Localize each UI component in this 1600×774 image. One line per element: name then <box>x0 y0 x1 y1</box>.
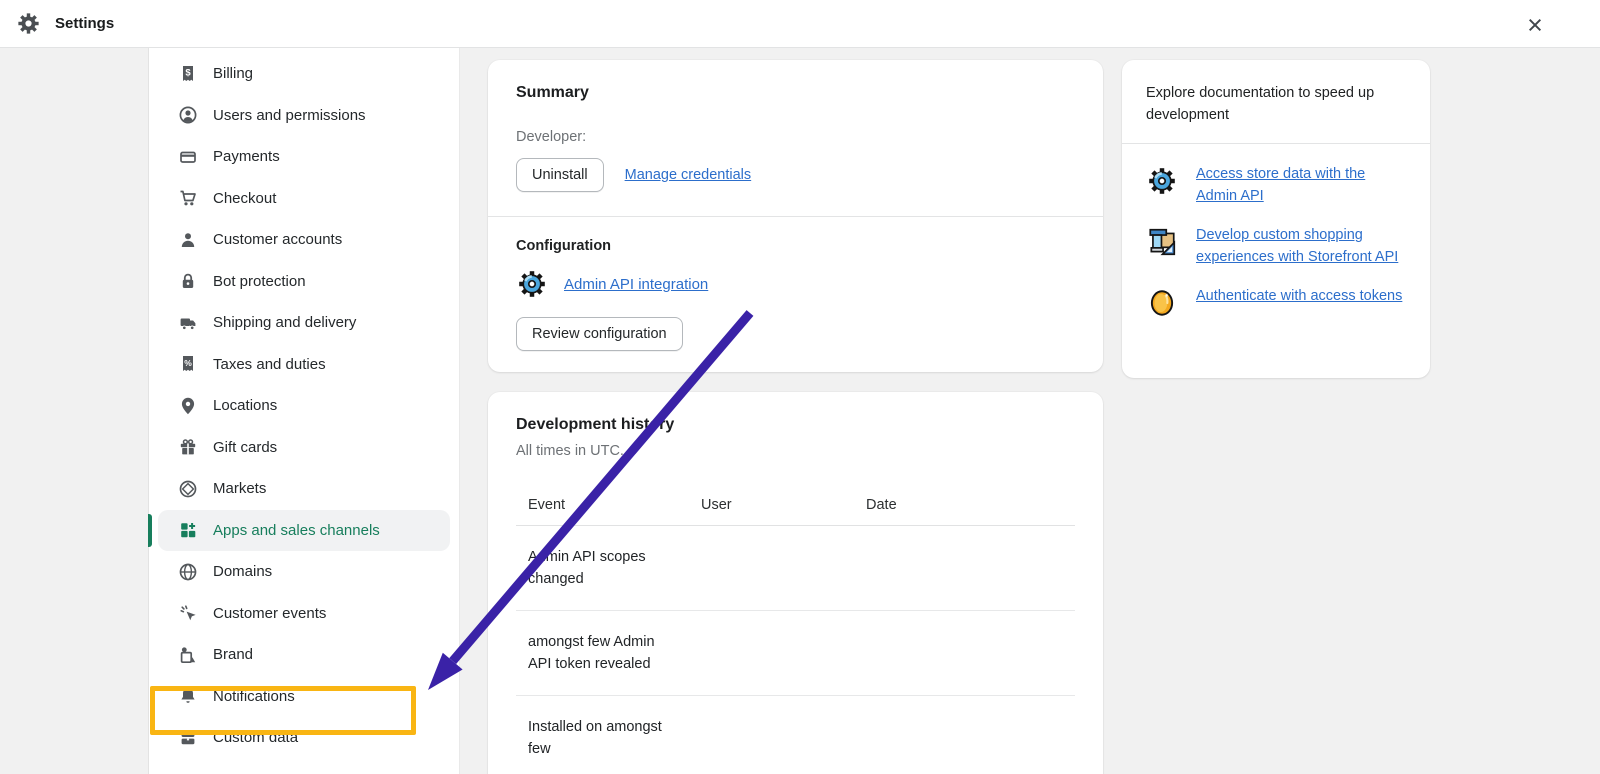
date-cell <box>854 611 1075 695</box>
sidebar-item-custom-data[interactable]: Custom data <box>158 717 450 759</box>
event-cell: amongst few Admin API token revealed <box>516 611 689 695</box>
sidebar-item-label: Customer events <box>213 605 326 622</box>
development-history-card: Development history All times in UTC. Ev… <box>488 392 1103 774</box>
sidebar-item-gift-cards[interactable]: Gift cards <box>158 427 450 469</box>
apps-icon <box>178 520 198 540</box>
sidebar-item-label: Notifications <box>213 688 295 705</box>
admin-api-integration-link[interactable]: Admin API integration <box>564 276 708 293</box>
sidebar-item-label: Payments <box>213 148 280 165</box>
table-row: Admin API scopes changed <box>516 526 1075 611</box>
sidebar-item-payments[interactable]: Payments <box>158 136 450 178</box>
close-icon[interactable]: × <box>1518 8 1552 42</box>
sidebar-item-label: Locations <box>213 397 277 414</box>
sidebar-item-label: Bot protection <box>213 273 306 290</box>
sidebar-item-label: Custom data <box>213 729 298 746</box>
sidebar-item-label: Gift cards <box>213 439 277 456</box>
user-cell <box>689 696 854 774</box>
summary-title: Summary <box>516 84 1075 102</box>
access-tokens-link[interactable]: Authenticate with access tokens <box>1196 285 1402 307</box>
page-title: Settings <box>55 15 114 32</box>
event-cell: Admin API scopes changed <box>516 526 689 610</box>
table-row: amongst few Admin API token revealed <box>516 611 1075 696</box>
gift-icon <box>178 437 198 457</box>
sidebar-item-domains[interactable]: Domains <box>158 551 450 593</box>
billing-receipt-icon: $ <box>178 64 198 84</box>
sidebar-item-apps-and-sales-channels[interactable]: Apps and sales channels <box>158 510 450 552</box>
bell-icon <box>178 686 198 706</box>
sidebar-item-label: Domains <box>213 563 272 580</box>
settings-title-bar: Settings × <box>0 0 1600 48</box>
sidebar-item-label: Users and permissions <box>213 107 366 124</box>
pixel-token-icon <box>1146 287 1178 319</box>
domains-globe-icon <box>178 562 198 582</box>
sidebar-item-customer-accounts[interactable]: Customer accounts <box>158 219 450 261</box>
settings-gear-icon <box>16 12 40 36</box>
sidebar-item-brand[interactable]: Brand <box>158 634 450 676</box>
sidebar-item-shipping-and-delivery[interactable]: Shipping and delivery <box>158 302 450 344</box>
sidebar-item-checkout[interactable]: Checkout <box>158 178 450 220</box>
date-cell <box>854 526 1075 610</box>
history-title: Development history <box>516 416 1075 434</box>
explore-documentation-card: Explore documentation to speed up develo… <box>1122 60 1430 378</box>
date-cell <box>854 696 1075 774</box>
sidebar-item-customer-events[interactable]: Customer events <box>158 593 450 635</box>
pixel-storefront-icon <box>1146 226 1178 258</box>
location-pin-icon <box>178 396 198 416</box>
history-table: Event User Date Admin API scopes changed… <box>516 489 1075 774</box>
sidebar-item-label: Checkout <box>213 190 276 207</box>
sidebar-item-label: Customer accounts <box>213 231 342 248</box>
sidebar-item-notifications[interactable]: Notifications <box>158 676 450 718</box>
custom-data-icon <box>178 728 198 748</box>
storefront-api-link[interactable]: Develop custom shopping experiences with… <box>1196 224 1406 268</box>
sidebar-item-label: Taxes and duties <box>213 356 326 373</box>
access-store-data-link[interactable]: Access store data with the Admin API <box>1196 163 1406 207</box>
sidebar-item-locations[interactable]: Locations <box>158 385 450 427</box>
user-cell <box>689 526 854 610</box>
column-header-event: Event <box>516 489 689 525</box>
pixel-gear-icon <box>1146 165 1178 197</box>
brand-icon <box>178 645 198 665</box>
payments-card-icon <box>178 147 198 167</box>
sidebar-item-label: Shipping and delivery <box>213 314 356 331</box>
sidebar-item-label: Markets <box>213 480 266 497</box>
sidebar-item-taxes-and-duties[interactable]: % Taxes and duties <box>158 344 450 386</box>
table-header-row: Event User Date <box>516 489 1075 526</box>
developer-label: Developer: <box>516 129 1075 145</box>
sidebar-item-bot-protection[interactable]: Bot protection <box>158 261 450 303</box>
lock-icon <box>178 271 198 291</box>
review-configuration-button[interactable]: Review configuration <box>516 317 683 351</box>
table-row: Installed on amongst few <box>516 696 1075 774</box>
truck-icon <box>178 313 198 333</box>
docs-card-title: Explore documentation to speed up develo… <box>1122 60 1430 143</box>
summary-card: Summary Developer: Uninstall Manage cred… <box>488 60 1103 372</box>
event-cell: Installed on amongst few <box>516 696 689 774</box>
sidebar-item-label: Apps and sales channels <box>213 522 380 539</box>
users-icon <box>178 105 198 125</box>
customer-accounts-icon <box>178 230 198 250</box>
sidebar-item-label: Brand <box>213 646 253 663</box>
history-subtitle: All times in UTC. <box>516 443 1075 459</box>
sidebar-item-markets[interactable]: Markets <box>158 468 450 510</box>
settings-canvas: $ Billing Users and permissions Payments <box>0 48 1600 774</box>
doc-link-row: Develop custom shopping experiences with… <box>1146 224 1406 268</box>
uninstall-button[interactable]: Uninstall <box>516 158 604 192</box>
sidebar-item-users-and-permissions[interactable]: Users and permissions <box>158 95 450 137</box>
markets-globe-icon <box>178 479 198 499</box>
user-cell <box>689 611 854 695</box>
tax-receipt-icon: % <box>178 354 198 374</box>
cursor-click-icon <box>178 603 198 623</box>
column-header-date: Date <box>854 489 1075 525</box>
sidebar-item-label: Billing <box>213 65 253 82</box>
settings-sidebar: $ Billing Users and permissions Payments <box>148 48 460 774</box>
svg-text:$: $ <box>185 67 191 78</box>
doc-link-row: Authenticate with access tokens <box>1146 285 1406 319</box>
column-header-user: User <box>689 489 854 525</box>
configuration-title: Configuration <box>516 238 1075 254</box>
manage-credentials-link[interactable]: Manage credentials <box>625 167 752 183</box>
checkout-cart-icon <box>178 188 198 208</box>
svg-text:%: % <box>184 358 192 368</box>
sidebar-item-billing[interactable]: $ Billing <box>158 53 450 95</box>
pixel-gear-icon <box>516 268 548 300</box>
doc-link-row: Access store data with the Admin API <box>1146 163 1406 207</box>
